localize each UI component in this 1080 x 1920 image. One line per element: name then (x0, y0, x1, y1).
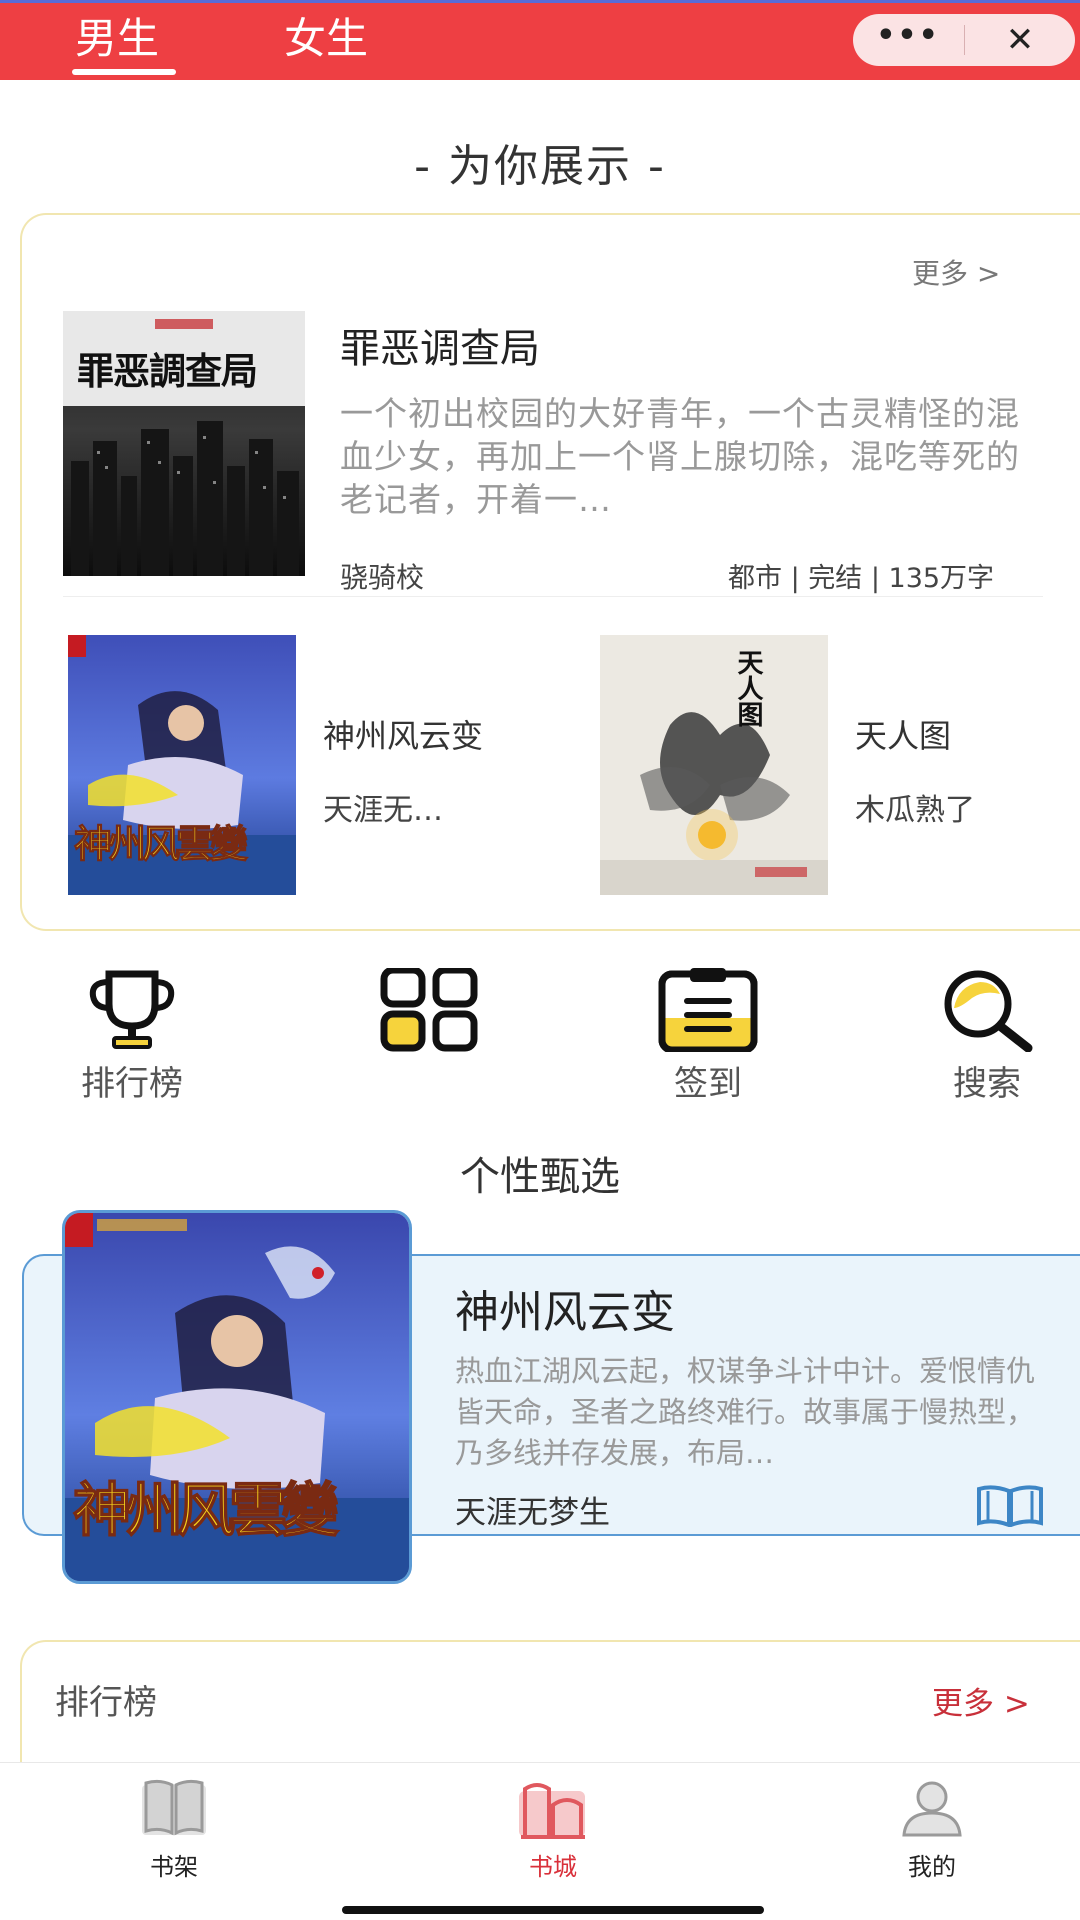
mini-program-capsule: ••• ✕ (853, 14, 1075, 66)
book-author-shenzhou: 天涯无… (323, 793, 443, 828)
personal-pick-title[interactable]: 神州风云变 (455, 1276, 675, 1340)
showcase-more-link[interactable]: 更多 > (912, 252, 1000, 292)
nav-search[interactable]: 搜索 (907, 968, 1067, 1105)
featured-book-meta: 都市 | 完结 | 135万字 (728, 563, 995, 594)
open-book-icon[interactable] (975, 1483, 1045, 1531)
divider (63, 596, 1043, 597)
close-icon[interactable]: ✕ (965, 14, 1075, 66)
ranking-title: 排行榜 (55, 1683, 157, 1723)
ranking-card (20, 1640, 1080, 1770)
grid-icon (380, 968, 478, 1052)
tab-bookstore-label: 书城 (529, 1853, 577, 1881)
book-cover-title-shenzhou: 神州风雲變 (73, 821, 248, 867)
book-author-tianrentu: 木瓜熟了 (855, 793, 975, 828)
tab-male[interactable]: 男生 (75, 5, 159, 66)
active-tab-indicator (72, 69, 176, 75)
home-indicator (342, 1906, 764, 1914)
section-title-personal-pick: 个性甄选 (460, 1154, 620, 1200)
tab-bookstore[interactable]: 书城 (473, 1777, 633, 1882)
nav-checkin[interactable]: 签到 (628, 968, 788, 1105)
featured-book-description: 一个初出校园的大好青年，一个古灵精怪的混血少女，再加上一个肾上腺切除，混吃等死的… (340, 394, 1020, 519)
tab-profile[interactable]: 我的 (852, 1777, 1012, 1882)
nav-search-label: 搜索 (953, 1064, 1021, 1104)
nav-ranking-label: 排行榜 (81, 1064, 183, 1104)
personal-pick-author: 天涯无梦生 (455, 1495, 610, 1531)
bottom-tab-bar: 书架 书城 我的 (0, 1762, 1080, 1920)
bookshelf-icon (142, 1779, 206, 1836)
nav-checkin-label: 签到 (674, 1064, 742, 1104)
book-cover-shenzhou[interactable]: 神州风雲變 (68, 635, 296, 895)
personal-pick-description: 热血江湖风云起，权谋争斗计中计。爱恨情仇皆天命，圣者之路终难行。故事属于慢热型，… (455, 1354, 1036, 1470)
tab-profile-label: 我的 (908, 1853, 956, 1881)
featured-cover-title: 罪恶調查局 (77, 349, 258, 393)
bookstore-icon (519, 1783, 585, 1839)
book-cover-title-tianrentu: 天人图 (733, 649, 763, 727)
ranking-more-link[interactable]: 更多 > (932, 1678, 1030, 1723)
nav-ranking[interactable]: 排行榜 (52, 968, 212, 1105)
trophy-icon (89, 970, 175, 1049)
personal-pick-cover[interactable]: 神州风雲變 (62, 1210, 412, 1584)
tab-bookshelf-label: 书架 (150, 1853, 198, 1881)
top-bar: 男生 女生 ••• ✕ (0, 0, 1080, 80)
featured-book-cover[interactable]: 罪恶調查局 (63, 311, 305, 576)
section-title-showcase: - 为你展示 - (414, 141, 666, 192)
personal-pick-cover-title: 神州风雲變 (72, 1475, 340, 1545)
clipboard-icon (658, 968, 758, 1052)
more-dots-icon[interactable]: ••• (853, 14, 963, 66)
tab-bookshelf[interactable]: 书架 (94, 1777, 254, 1882)
tab-female[interactable]: 女生 (284, 5, 368, 66)
featured-book-author: 骁骑校 (340, 561, 425, 594)
book-cover-tianrentu[interactable]: 天人图 (600, 635, 828, 895)
user-icon (902, 1781, 962, 1837)
book-title-shenzhou[interactable]: 神州风云变 (323, 711, 483, 757)
book-title-tianrentu[interactable]: 天人图 (855, 711, 951, 757)
featured-book-title[interactable]: 罪恶调查局 (340, 316, 540, 374)
nav-category[interactable] (349, 968, 509, 1056)
search-icon (944, 970, 1033, 1052)
